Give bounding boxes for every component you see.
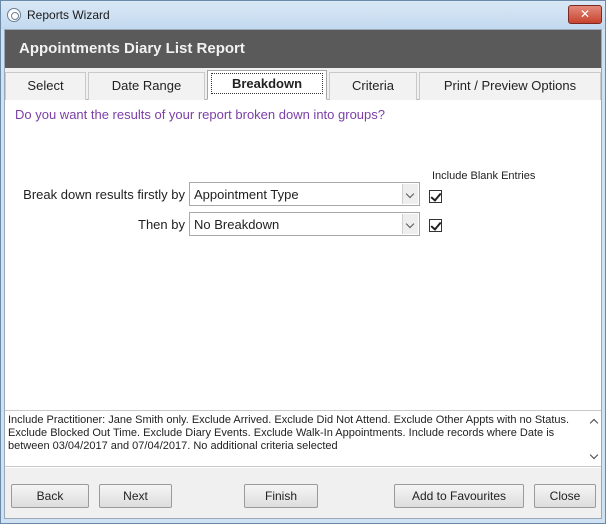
window-close-button[interactable]: ✕: [568, 5, 602, 24]
window-title: Reports Wizard: [27, 8, 110, 22]
tab-print-preview-options[interactable]: Print / Preview Options: [419, 72, 601, 100]
tab-date-range[interactable]: Date Range: [88, 72, 205, 100]
close-button[interactable]: Close: [534, 484, 596, 508]
app-icon: [7, 8, 21, 22]
title-bar[interactable]: Reports Wizard ✕: [1, 1, 605, 29]
second-breakdown-select[interactable]: No Breakdown: [189, 212, 420, 236]
first-breakdown-select[interactable]: Appointment Type: [189, 182, 420, 206]
breakdown-question: Do you want the results of your report b…: [15, 107, 385, 122]
criteria-summary-text: Include Practitioner: Jane Smith only. E…: [8, 414, 570, 452]
criteria-summary: Include Practitioner: Jane Smith only. E…: [5, 410, 601, 467]
tab-breakdown-label: Breakdown: [210, 73, 324, 94]
chevron-down-icon[interactable]: [402, 184, 418, 204]
report-header: Appointments Diary List Report: [5, 30, 601, 68]
first-breakdown-value: Appointment Type: [194, 187, 299, 202]
back-button[interactable]: Back: [11, 484, 89, 508]
next-button[interactable]: Next: [99, 484, 172, 508]
report-title: Appointments Diary List Report: [19, 40, 245, 57]
second-breakdown-label: Then by: [138, 217, 185, 232]
wizard-panel: Appointments Diary List Report Select Da…: [4, 29, 602, 519]
scroll-down-arrow-icon[interactable]: [588, 451, 600, 463]
first-breakdown-label: Break down results firstly by: [23, 187, 185, 202]
second-include-blank-checkbox[interactable]: [429, 219, 442, 232]
add-to-favourites-button[interactable]: Add to Favourites: [394, 484, 524, 508]
reports-wizard-window: Reports Wizard ✕ Appointments Diary List…: [0, 0, 606, 524]
finish-button[interactable]: Finish: [244, 484, 318, 508]
tab-criteria[interactable]: Criteria: [329, 72, 417, 100]
second-breakdown-value: No Breakdown: [194, 217, 280, 232]
scroll-up-arrow-icon[interactable]: [588, 415, 600, 427]
tab-breakdown[interactable]: Breakdown: [207, 70, 327, 100]
first-include-blank-checkbox[interactable]: [429, 190, 442, 203]
wizard-footer: Back Next Finish Add to Favourites Close: [5, 468, 601, 518]
wizard-tabs: Select Date Range Breakdown Criteria Pri…: [5, 68, 601, 100]
chevron-down-icon[interactable]: [402, 214, 418, 234]
tab-select[interactable]: Select: [5, 72, 86, 100]
include-blank-entries-header: Include Blank Entries: [432, 170, 536, 182]
